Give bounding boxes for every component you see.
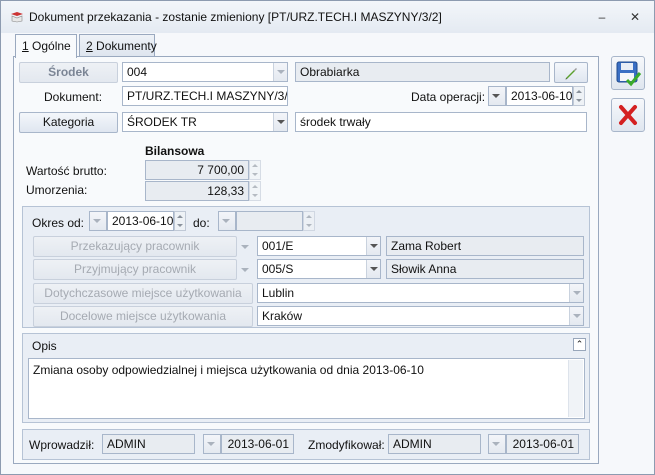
wprowadzil-label: Wprowadził: bbox=[29, 438, 95, 452]
close-icon[interactable]: ✕ bbox=[626, 9, 644, 25]
calendar-dropdown-icon[interactable] bbox=[489, 87, 505, 105]
okres-do-dropdown-icon[interactable] bbox=[219, 212, 235, 230]
przyjmujacy-dropdown-icon[interactable] bbox=[238, 261, 252, 279]
audit-group: Wprowadził: ADMIN 2013-06-01 Zmodyfikowa… bbox=[22, 429, 590, 460]
przyjmujacy-code-dropdown-icon[interactable] bbox=[366, 260, 380, 278]
dokument-label: Dokument: bbox=[44, 90, 103, 104]
docelowe-miejsce-button[interactable]: Docelowe miejsce użytkowania bbox=[33, 306, 253, 327]
kategoria-code-field[interactable]: ŚRODEK TR bbox=[122, 112, 288, 132]
data-operacji-label: Data operacji: bbox=[411, 90, 486, 104]
przekazujacy-code-dropdown-icon[interactable] bbox=[366, 237, 380, 255]
zmodyfikowal-label: Zmodyfikował: bbox=[308, 438, 385, 452]
okres-od-label: Okres od: bbox=[32, 216, 85, 230]
przekazujacy-dropdown[interactable] bbox=[238, 238, 252, 256]
okres-do-label: do: bbox=[193, 216, 210, 230]
zmodyfikowal-dropdown-icon bbox=[489, 435, 505, 453]
zmodyfikowal-date-field: 2013-06-01 bbox=[506, 434, 579, 454]
przekazujacy-code-value: 001/E bbox=[262, 239, 294, 253]
cancel-button[interactable] bbox=[611, 98, 645, 132]
docelowe-miejsce-field[interactable]: Kraków bbox=[257, 306, 584, 326]
data-operacji-spinner[interactable] bbox=[573, 86, 585, 106]
umorzenia-spinner bbox=[249, 181, 261, 201]
wprowadzil-date-dropdown bbox=[203, 434, 221, 454]
srodek-code-value: 004 bbox=[127, 65, 148, 79]
save-icon bbox=[616, 61, 642, 87]
minimize-icon[interactable]: – bbox=[593, 9, 611, 25]
okres-do-field[interactable] bbox=[236, 211, 303, 231]
opis-header: Opis bbox=[32, 339, 57, 353]
tab-ogolne[interactable]: 1 Ogólne bbox=[15, 34, 77, 58]
opis-text: Zmiana osoby odpowiedzialnej i miejsca u… bbox=[33, 363, 424, 377]
srodek-name-field: Obrabiarka bbox=[295, 62, 550, 82]
data-operacji-field[interactable]: 2013-06-10 bbox=[506, 86, 573, 106]
dialog-window: Dokument przekazania - zostanie zmienion… bbox=[0, 0, 655, 475]
przekazanie-group: Okres od: 2013-06-10 do: Przekazujący pr… bbox=[22, 206, 590, 328]
srodek-button[interactable]: Środek bbox=[19, 62, 118, 83]
kategoria-name-field[interactable]: środek trwały bbox=[295, 112, 587, 132]
srodek-code-field[interactable]: 004 bbox=[122, 62, 288, 82]
dotychczasowe-miejsce-button[interactable]: Dotychczasowe miejsce użytkowania bbox=[33, 283, 253, 304]
srodek-dropdown-icon[interactable] bbox=[273, 63, 287, 81]
tab-panel-ogolne: Środek 004 Obrabiarka Dokument: PT/URZ.T… bbox=[13, 56, 599, 464]
delete-icon bbox=[619, 105, 637, 125]
opis-group: Opis ⌃ Zmiana osoby odpowiedzialnej i mi… bbox=[22, 333, 590, 423]
okres-do-dropdown[interactable] bbox=[218, 211, 236, 231]
data-operacji-dropdown[interactable] bbox=[488, 86, 506, 106]
przyjmujacy-name-field: Słowik Anna bbox=[386, 259, 584, 279]
wprowadzil-dropdown-icon bbox=[204, 435, 220, 453]
kategoria-button[interactable]: Kategoria bbox=[19, 112, 118, 133]
wartosc-brutto-field: 7 700,00 bbox=[145, 160, 249, 180]
kategoria-dropdown-icon[interactable] bbox=[273, 113, 287, 131]
save-button[interactable] bbox=[611, 56, 645, 90]
przyjmujacy-dropdown[interactable] bbox=[238, 261, 252, 279]
okres-do-spinner[interactable] bbox=[303, 211, 315, 231]
okres-od-field[interactable]: 2013-06-10 bbox=[107, 211, 174, 231]
dotychczasowe-dropdown-icon[interactable] bbox=[569, 284, 583, 302]
docelowe-miejsce-value: Kraków bbox=[262, 309, 303, 323]
pencil-icon bbox=[565, 68, 577, 80]
przyjmujacy-button[interactable]: Przyjmujący pracownik bbox=[33, 259, 237, 280]
tab-dokumenty-label: Dokumenty bbox=[96, 39, 157, 53]
tab-dokumenty-key: 2 bbox=[86, 39, 93, 53]
dotychczasowe-miejsce-value: Lublin bbox=[262, 286, 295, 300]
tab-dokumenty[interactable]: 2 Dokumenty bbox=[79, 34, 157, 57]
opis-textarea[interactable]: Zmiana osoby odpowiedzialnej i miejsca u… bbox=[28, 358, 585, 419]
przyjmujacy-code-field[interactable]: 005/S bbox=[257, 259, 381, 279]
przekazujacy-dropdown-icon[interactable] bbox=[238, 238, 252, 256]
przekazujacy-button[interactable]: Przekazujący pracownik bbox=[33, 236, 237, 257]
wprowadzil-date-field: 2013-06-01 bbox=[221, 434, 294, 454]
window-title: Dokument przekazania - zostanie zmienion… bbox=[29, 10, 442, 24]
okres-od-spinner[interactable] bbox=[174, 211, 186, 231]
bilansowa-header: Bilansowa bbox=[145, 144, 205, 158]
wartosc-brutto-spinner bbox=[249, 160, 261, 180]
zmodyfikowal-user-field: ADMIN bbox=[388, 434, 481, 454]
przyjmujacy-code-value: 005/S bbox=[262, 262, 294, 276]
zmodyfikowal-date-dropdown bbox=[488, 434, 506, 454]
dokument-field[interactable]: PT/URZ.TECH.I MASZYNY/3/2 bbox=[122, 86, 288, 106]
app-icon bbox=[11, 12, 23, 23]
collapse-icon[interactable]: ⌃ bbox=[573, 338, 586, 351]
title-bar: Dokument przekazania - zostanie zmienion… bbox=[1, 1, 654, 33]
okres-od-dropdown[interactable] bbox=[89, 211, 107, 231]
przekazujacy-name-field: Zama Robert bbox=[386, 236, 584, 256]
umorzenia-field: 128,33 bbox=[145, 181, 249, 201]
wartosc-brutto-label: Wartość brutto: bbox=[26, 164, 107, 178]
wprowadzil-user-field: ADMIN bbox=[102, 434, 195, 454]
okres-od-dropdown-icon[interactable] bbox=[90, 212, 106, 230]
kategoria-code-value: ŚRODEK TR bbox=[127, 115, 197, 129]
edit-srodek-button[interactable] bbox=[554, 62, 588, 83]
docelowe-dropdown-icon[interactable] bbox=[569, 307, 583, 325]
przekazujacy-code-field[interactable]: 001/E bbox=[257, 236, 381, 256]
dotychczasowe-miejsce-field[interactable]: Lublin bbox=[257, 283, 584, 303]
opis-scrollbar[interactable] bbox=[568, 360, 583, 417]
tab-ogolne-key: 1 bbox=[22, 39, 29, 53]
umorzenia-label: Umorzenia: bbox=[26, 183, 88, 197]
tab-ogolne-label: Ogólne bbox=[32, 39, 71, 53]
